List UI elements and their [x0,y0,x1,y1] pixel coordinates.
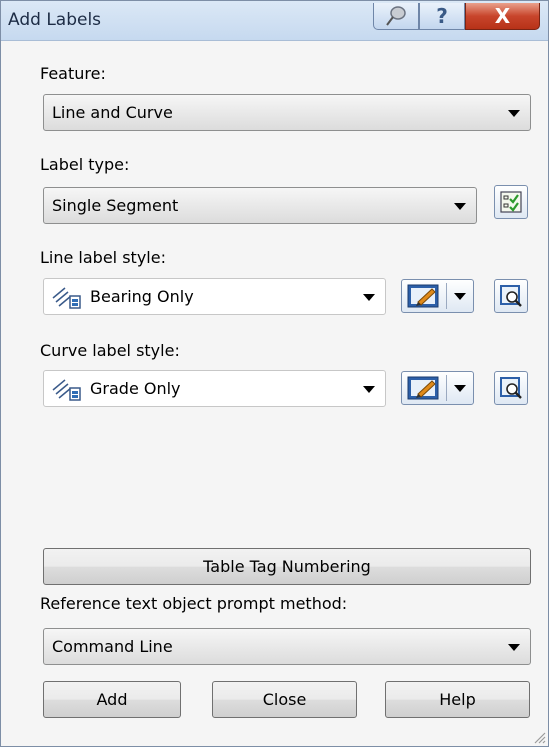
edit-style-icon [406,375,442,405]
chevron-down-icon[interactable] [454,293,466,300]
curve-label-style-dropdown[interactable]: Grade Only [43,370,386,407]
label-type-label: Label type: [40,155,130,174]
line-label-style-dropdown[interactable]: Bearing Only [43,278,386,315]
split-separator [446,375,447,401]
reference-prompt-dropdown[interactable]: Command Line [43,628,531,665]
pick-from-drawing-icon [500,285,522,307]
close-button[interactable]: Close [212,681,357,718]
checklist-icon [500,191,522,213]
line-label-style-label: Line label style: [40,248,166,267]
chevron-down-icon [363,294,375,301]
label-type-dropdown[interactable]: Single Segment [43,187,477,224]
curve-label-style-label: Curve label style: [40,341,180,360]
table-tag-numbering-button[interactable]: Table Tag Numbering [43,548,531,585]
pin-button[interactable] [373,3,419,30]
add-labels-dialog: Add Labels ? X Feature: Line and Curve L… [0,0,549,747]
feature-dropdown[interactable]: Line and Curve [43,94,531,131]
curve-label-style-value: Grade Only [90,379,181,398]
chevron-down-icon[interactable] [454,385,466,392]
title-bar: Add Labels ? X [1,1,548,41]
line-label-style-value: Bearing Only [90,287,194,306]
help-glyph: ? [436,4,448,28]
chevron-down-icon [454,203,466,210]
reference-prompt-label: Reference text object prompt method: [40,594,348,613]
label-type-settings-button[interactable] [494,185,528,219]
help-button[interactable]: Help [385,681,530,718]
chevron-down-icon [363,386,375,393]
line-style-edit-split-button[interactable] [401,279,474,313]
close-icon: X [494,4,511,28]
feature-value: Line and Curve [52,103,173,122]
dialog-body: Feature: Line and Curve Label type: Sing… [1,41,548,746]
feature-label: Feature: [40,64,106,83]
add-button[interactable]: Add [43,681,181,718]
window-title: Add Labels [8,10,102,30]
pick-from-drawing-icon [500,377,522,399]
label-style-icon [51,284,83,314]
split-separator [446,283,447,309]
label-style-icon [51,376,83,406]
curve-style-edit-split-button[interactable] [401,371,474,405]
chevron-down-icon [508,110,520,117]
edit-style-icon [406,283,442,313]
reference-prompt-value: Command Line [52,637,173,656]
curve-style-pick-button[interactable] [494,371,528,405]
close-title-button[interactable]: X [465,3,540,30]
pushpin-icon [386,6,406,26]
resize-grip-icon[interactable] [532,730,546,744]
chevron-down-icon [508,644,520,651]
line-style-pick-button[interactable] [494,279,528,313]
label-type-value: Single Segment [52,196,179,215]
help-title-button[interactable]: ? [419,3,465,30]
